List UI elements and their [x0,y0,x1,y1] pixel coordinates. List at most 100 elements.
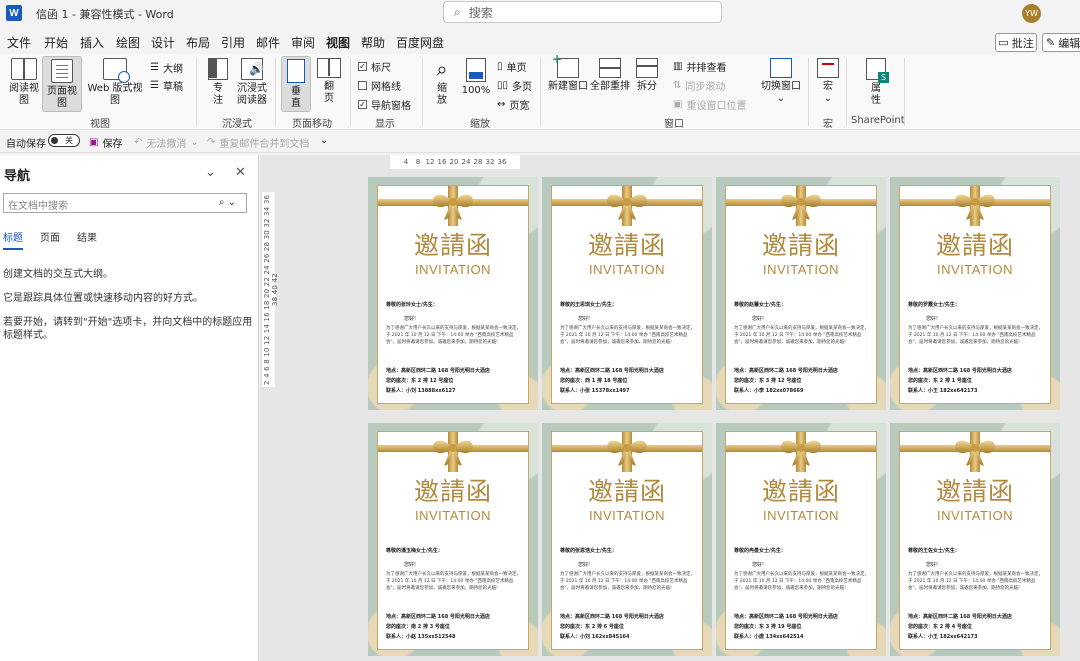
location-line: 地点：高新区西环二路 168 号阳光明日大酒店 [908,368,1012,374]
tab-draw[interactable]: 绘图 [116,34,140,51]
ruler-checkbox[interactable]: ✓ 标尺 [358,59,391,74]
invitation-body: 为了感谢广大用户长久以来的支持与厚爱，根据某某商会一致决定，于 2021 年 1… [386,572,521,591]
checkbox-checked-icon: ✓ [358,61,367,71]
invitation-page[interactable]: 邀請函 INVITATION 尊敬的王佐女士/先生： 您好! 为了感谢广大用户长久以来的… [890,423,1060,656]
switch-windows-button[interactable]: 切换窗口 ⌄ [760,58,802,105]
invitation-card: 邀請函 INVITATION 尊敬的张恩浩女士/先生： 您好! 为了感谢广大用户长久以来… [551,431,703,650]
web-layout-button[interactable]: Web 版式视图 [84,58,146,107]
greeting-line: 您好! [926,562,939,568]
invitation-page[interactable]: 邀請函 INVITATION 尊敬的张玲女士/先生： 您好! 为了感谢广大用户长久以来的… [368,177,538,410]
save-button[interactable]: ▣ 保存 [89,135,122,150]
arrange-all-button[interactable]: 全部重排 [590,58,630,93]
invitation-body: 为了感谢广大用户长久以来的支持与厚爱，根据某某商会一致决定，于 2021 年 1… [386,326,521,345]
tab-design[interactable]: 设计 [151,34,175,51]
invitation-body: 为了感谢广大用户长久以来的支持与厚爱，根据某某商会一致决定，于 2021 年 1… [734,326,869,345]
menu-bar: 文件 开始 插入 绘图 设计 布局 引用 邮件 审阅 视图 帮助 百度网盘 [0,28,1080,56]
reset-window-position-button[interactable]: ▣ 重设窗口位置 [673,97,746,112]
tab-help[interactable]: 帮助 [361,34,385,51]
invitation-page[interactable]: 邀請函 INVITATION 尊敬的王思琪女士/先生： 您好! 为了感谢广大用户长久以来… [542,177,712,410]
tab-home[interactable]: 开始 [44,34,68,51]
synchronous-scrolling-button[interactable]: ⇅ 同步滚动 [673,78,725,93]
undo-button[interactable]: ↶ 无法撤消 ⌄ [134,135,199,150]
new-window-button[interactable]: + 新建窗口 [548,53,588,93]
multiple-pages-button[interactable]: ▯▯ 多页 [497,78,532,93]
vertical-scroll-button[interactable]: 垂直 [281,56,311,112]
nav-tab-results[interactable]: 结果 [77,229,97,244]
draft-button[interactable]: ☰ 草稿 [150,78,183,93]
immersive-reader-button[interactable]: 🔊 沉浸式阅读器 [234,58,270,107]
tab-view[interactable]: 视图 [326,34,351,56]
split-button[interactable]: 拆分 [633,58,661,93]
location-line: 地点：高新区西环二路 168 号阳光明日大酒店 [560,368,664,374]
recipient-line: 尊敬的罗霞女士/先生： [908,302,960,308]
invitation-title-cn: 邀請函 [413,477,492,506]
invitation-title-en: INVITATION [762,508,840,523]
comment-button[interactable]: ▭ 批注 [995,33,1037,52]
multiple-pages-icon: ▯▯ [497,80,509,91]
location-line: 地点：高新区西环二路 168 号阳光明日大酒店 [560,614,664,620]
invitation-body: 为了感谢广大用户长久以来的支持与厚爱，根据某某商会一致决定，于 2021 年 1… [908,326,1043,345]
sharepoint-properties-icon: S [866,58,889,83]
greeting-line: 您好! [578,316,591,322]
navigation-pane-checkbox[interactable]: ✓ 导航窗格 [358,97,411,112]
new-window-icon: + [552,53,579,78]
tab-insert[interactable]: 插入 [80,34,104,51]
location-line: 地点：高新区西环二路 168 号阳光明日大酒店 [386,614,490,620]
properties-button[interactable]: S 属性 [862,58,890,107]
tab-baidu-netdisk[interactable]: 百度网盘 [396,34,444,51]
zoom-100-button[interactable]: 100% [460,58,492,97]
nav-help-text-1: 创建文档的交互式大纲。 [3,269,113,280]
split-icon [636,58,658,78]
macro-icon [817,58,839,78]
invitation-page[interactable]: 邀請函 INVITATION 尊敬的冉曼女士/先生： 您好! 为了感谢广大用户长久以来的… [716,423,886,656]
page-width-button[interactable]: ↔ 页宽 [497,97,529,112]
autosave-toggle[interactable]: 关 [48,134,80,147]
macros-button[interactable]: 宏 ⌄ [814,58,842,105]
vertical-ruler[interactable]: 2 4 6 8 10 12 14 16 18 20 22 24 26 28 30… [262,192,279,387]
document-area[interactable]: 4 8 12 16 20 24 28 32 36 2 4 6 8 10 12 1… [260,155,1080,661]
invitation-page[interactable]: 邀請函 INVITATION 尊敬的赵蕾女士/先生： 您好! 为了感谢广大用户长久以来的… [716,177,886,410]
tab-review[interactable]: 审阅 [291,34,315,51]
invitation-body: 为了感谢广大用户长久以来的支持与厚爱，根据某某商会一致决定，于 2021 年 1… [560,326,695,345]
side-by-side-icon: ▥ [673,61,683,72]
group-separator [275,58,276,126]
location-line: 地点：高新区西环二路 168 号阳光明日大酒店 [734,368,838,374]
outline-button[interactable]: ☰ 大纲 [150,60,183,75]
print-layout-button[interactable]: 页面视图 [42,56,82,112]
customize-toolbar-button[interactable]: ⌄ [320,135,328,146]
focus-button[interactable]: 专注 [204,58,232,107]
tab-references[interactable]: 引用 [221,34,245,51]
view-side-by-side-button[interactable]: ▥ 并排查看 [673,59,726,74]
tab-layout[interactable]: 布局 [186,34,210,51]
location-line: 地点：高新区西环二路 168 号阳光明日大酒店 [908,614,1012,620]
tab-file[interactable]: 文件 [7,34,31,51]
invitation-page[interactable]: 邀請函 INVITATION 尊敬的罗霞女士/先生： 您好! 为了感谢广大用户长久以来的… [890,177,1060,410]
one-page-button[interactable]: ▯ 单页 [497,59,527,74]
redo-icon: ↷ [207,137,216,148]
nav-options-chevron-icon[interactable]: ⌄ [205,165,216,180]
tab-mailings[interactable]: 邮件 [256,34,280,51]
close-icon[interactable]: ✕ [235,165,246,180]
search-box[interactable]: ⌕ 搜索 [443,1,722,23]
zoom-button[interactable]: ⌕ 缩放 [428,58,456,107]
nav-tab-pages[interactable]: 页面 [40,229,60,244]
nav-tab-headings[interactable]: 标题 [3,229,23,250]
invitation-title-en: INVITATION [762,262,840,277]
seat-line: 您的座次：东 3 排 19 号座位 [734,624,802,630]
reset-window-icon: ▣ [673,99,683,110]
chevron-down-icon: ⌄ [320,135,329,146]
side-to-side-button[interactable]: 翻页 [315,58,343,105]
checkbox-checked-icon: ✓ [358,99,367,109]
horizontal-ruler[interactable]: 4 8 12 16 20 24 28 32 36 [390,155,520,169]
nav-search-input[interactable]: 在文档中搜索 ⌕ ⌄ [3,193,247,213]
group-separator [422,58,423,126]
redo-button[interactable]: ↷ 重复邮件合并到文档 [207,135,309,150]
edit-button[interactable]: ✎ 编辑 [1042,33,1080,52]
invitation-card: 邀請函 INVITATION 尊敬的王佐女士/先生： 您好! 为了感谢广大用户长久以来的… [899,431,1051,650]
gridlines-checkbox[interactable]: 网格线 [358,78,401,93]
read-mode-button[interactable]: 阅读视图 [8,58,40,107]
recipient-line: 尊敬的潘玉梅女士/先生： [386,548,443,554]
invitation-page[interactable]: 邀請函 INVITATION 尊敬的张恩浩女士/先生： 您好! 为了感谢广大用户长久以来… [542,423,712,656]
invitation-page[interactable]: 邀請函 INVITATION 尊敬的潘玉梅女士/先生： 您好! 为了感谢广大用户长久以来… [368,423,538,656]
avatar[interactable]: YW [1022,4,1041,23]
